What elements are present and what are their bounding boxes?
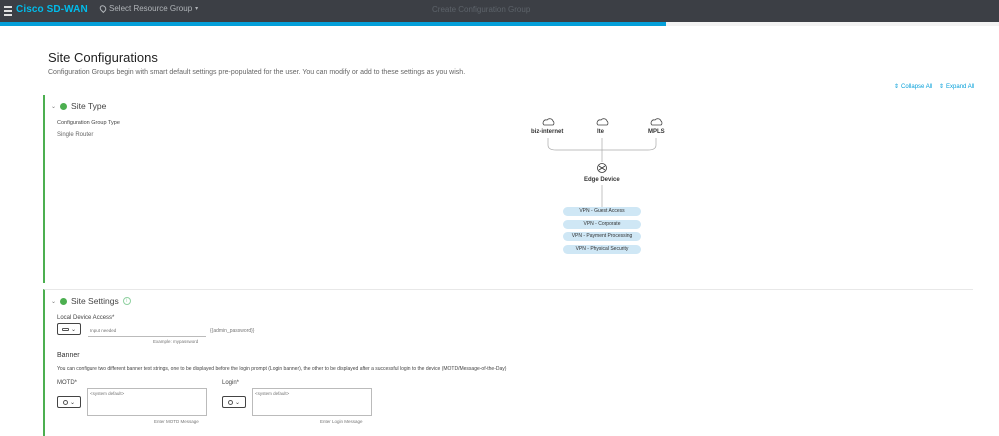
config-group-type-value: Single Router — [57, 132, 94, 138]
config-group-type-label: Configuration Group Type — [57, 120, 120, 126]
chevron-down-icon: ⌄ — [51, 298, 57, 305]
login-label: Login* — [222, 380, 240, 386]
chevron-down-icon: ⌄ — [234, 399, 241, 406]
local-device-access-label: Local Device Access* — [57, 315, 115, 321]
collapse-icon: ⇕ — [894, 84, 900, 90]
password-example-text: Example: mypassword — [153, 339, 199, 344]
site-settings-title: Site Settings — [71, 296, 119, 306]
key-icon — [61, 327, 69, 331]
collapse-all-label: Collapse All — [901, 83, 933, 90]
site-settings-header[interactable]: ⌄ Site Settings i — [51, 296, 131, 306]
chevron-down-icon: ⌄ — [69, 399, 76, 406]
cloud-label-lte: lte — [597, 129, 605, 135]
check-circle-icon — [60, 102, 68, 110]
login-value-type-dropdown[interactable]: ⌄ — [222, 396, 246, 408]
default-icon — [62, 399, 68, 405]
hamburger-menu-icon[interactable] — [4, 4, 12, 17]
motd-label: MOTD* — [57, 380, 77, 386]
default-icon — [227, 399, 233, 405]
login-textarea[interactable] — [252, 388, 372, 416]
password-variable-text: {{admin_password}} — [210, 328, 255, 334]
chevron-down-icon: ⌄ — [51, 103, 57, 110]
check-circle-icon — [60, 297, 68, 305]
value-type-dropdown[interactable]: ⌄ — [57, 323, 81, 335]
page-context-title: Create Configuration Group — [432, 5, 531, 14]
cloud-label-biz-internet: biz-internet — [531, 129, 564, 135]
page-title: Site Configurations — [48, 50, 158, 65]
wizard-progress-fill — [0, 22, 667, 26]
motd-helper-text: Enter MOTD Message — [154, 419, 199, 424]
site-type-title: Site Type — [71, 101, 107, 111]
banner-heading: Banner — [57, 352, 80, 359]
vpn-pill: VPN - Guest Access — [563, 207, 641, 216]
chevron-down-icon: ⌄ — [70, 326, 77, 333]
wizard-progress-bar — [0, 22, 999, 26]
brand-logo[interactable]: Cisco SD-WAN — [16, 4, 88, 15]
site-type-section: ⌄ Site Type — [43, 95, 973, 283]
motd-textarea[interactable] — [87, 388, 207, 416]
cloud-label-mpls: MPLS — [648, 129, 665, 135]
caret-down-icon: ▾ — [195, 6, 199, 12]
location-pin-icon — [98, 3, 108, 14]
vpn-pill: VPN - Payment Processing — [563, 232, 641, 241]
collapse-all-button[interactable]: ⇕ Collapse All — [894, 83, 933, 91]
expand-icon: ⇕ — [939, 84, 945, 90]
info-icon[interactable]: i — [122, 297, 131, 305]
banner-description: You can configure two different banner t… — [57, 366, 507, 372]
login-helper-text: Enter Login Message — [320, 419, 363, 424]
vpn-pill: VPN - Physical Security — [563, 245, 641, 254]
site-type-header[interactable]: ⌄ Site Type — [51, 101, 106, 111]
top-navbar: Cisco SD-WAN Select Resource Group ▾ Cre… — [0, 0, 999, 22]
resource-group-selector[interactable]: Select Resource Group ▾ — [98, 3, 199, 14]
admin-password-input[interactable] — [88, 325, 206, 337]
page-subtitle: Configuration Groups begin with smart de… — [48, 69, 466, 76]
expand-all-label: Expand All — [946, 83, 975, 90]
vpn-pill: VPN - Corporate — [563, 220, 641, 229]
motd-value-type-dropdown[interactable]: ⌄ — [57, 396, 81, 408]
edge-device-label: Edge Device — [584, 177, 620, 183]
expand-all-button[interactable]: ⇕ Expand All — [939, 83, 975, 91]
resource-group-label: Select Resource Group — [109, 4, 193, 13]
